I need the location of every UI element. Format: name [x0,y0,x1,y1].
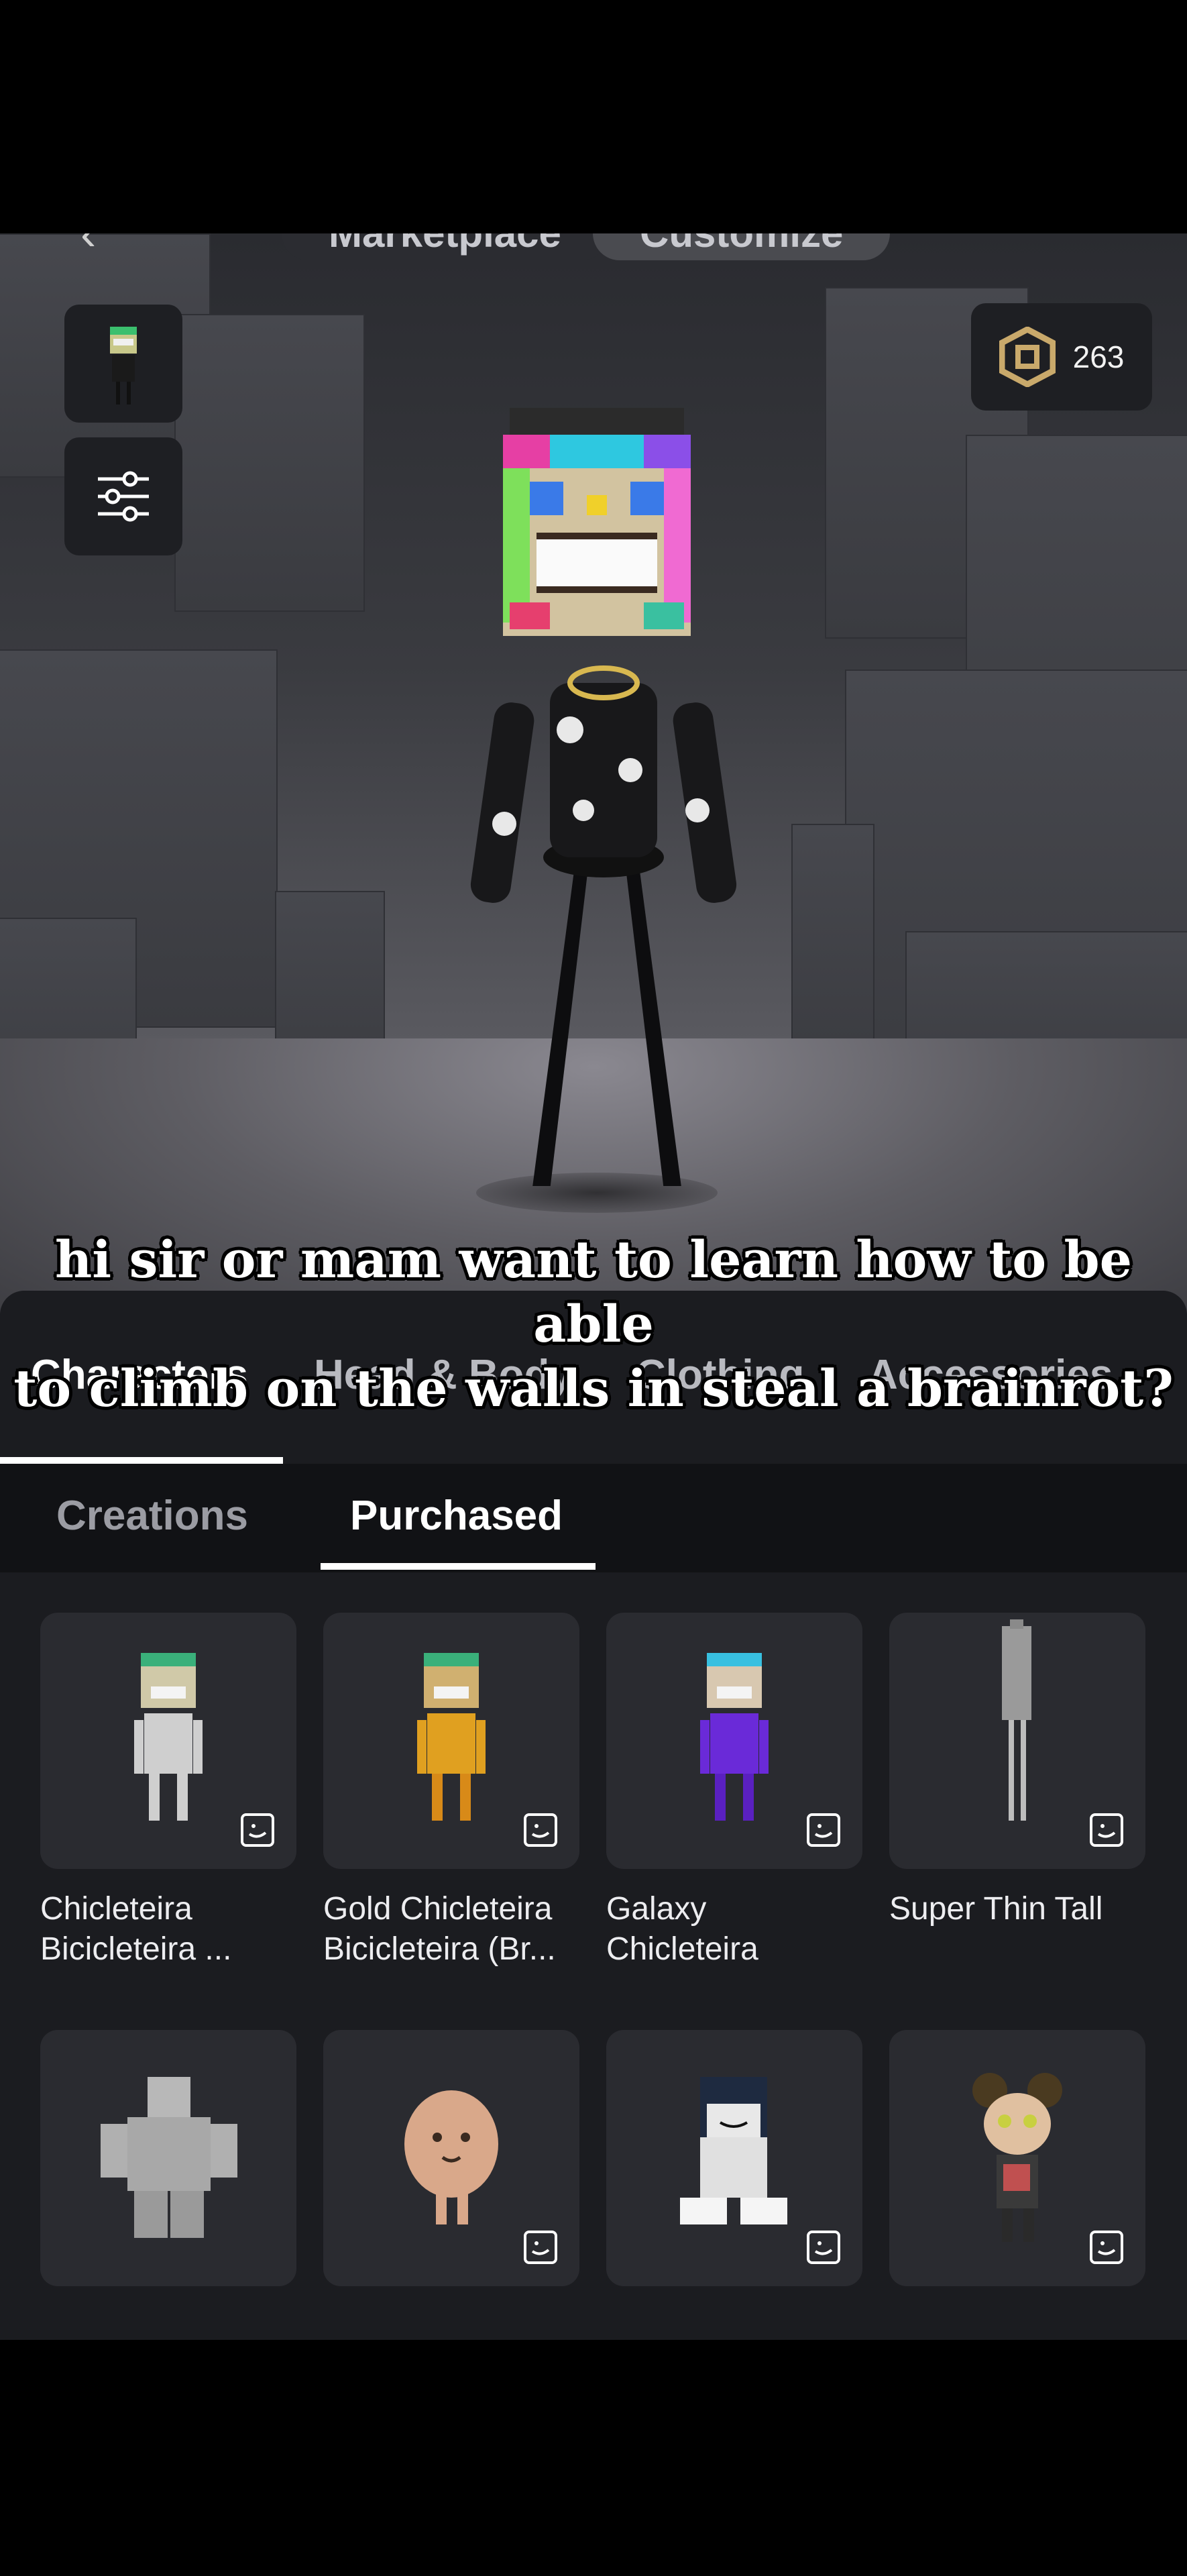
inventory-panel: Characters Head & Body Clothing Accessor… [0,1291,1187,2340]
item-title: Chicleteira Bicicleteira ... [40,1891,232,1967]
customize-badge-icon [241,1813,274,1847]
avatar-mini-icon [110,327,137,405]
item-title: Super Thin Tall [889,1891,1103,1927]
tab-creations[interactable]: Creations [56,1492,248,1540]
item-title: Gold Chicleteira Bicicleteira (Br... [323,1891,556,1967]
avatar-character[interactable] [469,381,738,1186]
item-card[interactable]: Galaxy Chicleteira [606,1613,862,1970]
item-thumbnail [606,1613,862,1869]
caption-line-2: to climb on the walls in steal a brainro… [13,1358,1174,1418]
sub-tab-bar: Creations Purchased [0,1464,1187,1572]
item-thumbnail [889,2030,1145,2286]
item-thumbnail [40,2030,296,2286]
blocky-avatar-image [101,2077,237,2238]
sliders-icon [98,471,149,522]
item-thumbnail [323,2030,579,2286]
item-card[interactable]: Chicleteira Bicicleteira ... [40,1613,296,1970]
tab-purchased[interactable]: Purchased [350,1492,563,1540]
item-card[interactable]: Super Thin Tall [889,1613,1145,1929]
avatar-preview-scene[interactable]: ‹ Marketplace Customize [0,233,1187,1313]
robux-balance[interactable]: 263 [971,303,1152,411]
customize-badge-icon [524,1813,557,1847]
item-card[interactable] [889,2030,1145,2306]
item-card[interactable] [606,2030,862,2306]
customize-badge-icon [1090,2231,1123,2264]
active-subtab-indicator [321,1563,596,1570]
robux-amount: 263 [1072,339,1125,374]
customize-badge-icon [1090,1813,1123,1847]
active-tab-indicator [0,1457,283,1464]
customize-badge-icon [807,2231,840,2264]
item-card[interactable]: Gold Chicleteira Bicicleteira (Br... [323,1613,579,1970]
caption-overlay: hi sir or mam want to learn how to be ab… [0,1228,1187,1421]
avatar-thumbnail-button[interactable] [64,305,182,423]
caption-line-1: hi sir or mam want to learn how to be ab… [54,1230,1133,1354]
item-card[interactable] [323,2030,579,2306]
item-thumbnail [606,2030,862,2286]
customize-badge-icon [807,1813,840,1847]
item-thumbnail [889,1613,1145,1869]
item-title: Galaxy Chicleteira [606,1891,758,1967]
item-thumbnail [40,1613,296,1869]
customize-badge-icon [524,2231,557,2264]
adjust-sliders-button[interactable] [64,437,182,555]
top-tab-bar: ‹ Marketplace Customize [0,233,1187,274]
avatar-editor-screen: ‹ Marketplace Customize [0,233,1187,2340]
back-chevron-icon[interactable]: ‹ [80,233,96,260]
item-card[interactable] [40,2030,296,2306]
tab-customize[interactable]: Customize [593,233,891,260]
item-thumbnail [323,1613,579,1869]
tab-marketplace[interactable]: Marketplace [282,233,608,260]
robux-icon [999,327,1056,387]
